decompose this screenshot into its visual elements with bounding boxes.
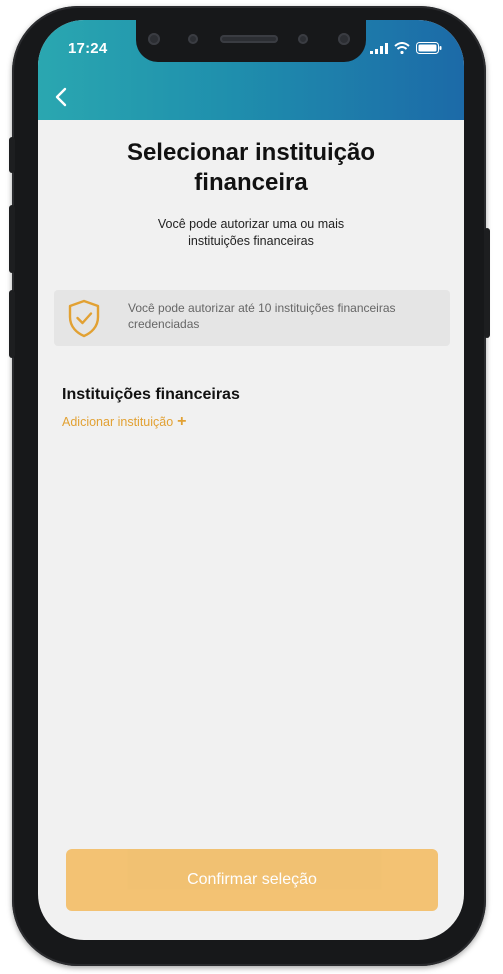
sensor-icon (188, 34, 198, 44)
shield-check-icon (68, 299, 100, 338)
sensor-icon (338, 33, 350, 45)
volume-up-button (9, 205, 15, 273)
section-title: Instituições financeiras (62, 386, 240, 403)
phone-notch (136, 20, 366, 62)
page-title: Selecionar instituição financeira (126, 139, 376, 196)
front-camera-icon (298, 34, 308, 44)
status-time: 17:24 (68, 40, 108, 57)
sensor-icon (148, 33, 160, 45)
mute-switch (9, 137, 15, 173)
screen: 17:24 Selecionar instituição financeira … (38, 20, 464, 940)
confirm-selection-button[interactable]: Confirmar seleção (66, 849, 438, 911)
add-institution-link[interactable]: Adicionar instituição + (62, 413, 187, 430)
volume-down-button (9, 290, 15, 358)
back-button[interactable] (48, 82, 74, 112)
chevron-left-icon (55, 87, 67, 107)
wifi-icon (394, 42, 410, 54)
plus-icon: + (177, 413, 187, 430)
power-button (484, 228, 490, 338)
app-header: 17:24 (38, 20, 464, 120)
speaker-grille (220, 35, 278, 43)
info-text: Você pode autorizar até 10 instituições … (128, 301, 396, 331)
battery-icon (416, 42, 442, 54)
status-icons (370, 42, 442, 54)
info-card: Você pode autorizar até 10 instituições … (54, 290, 450, 346)
page-subtitle: Você pode autorizar uma ou mais institui… (157, 217, 345, 248)
signal-icon (370, 42, 388, 54)
add-institution-label: Adicionar instituição (62, 415, 174, 429)
